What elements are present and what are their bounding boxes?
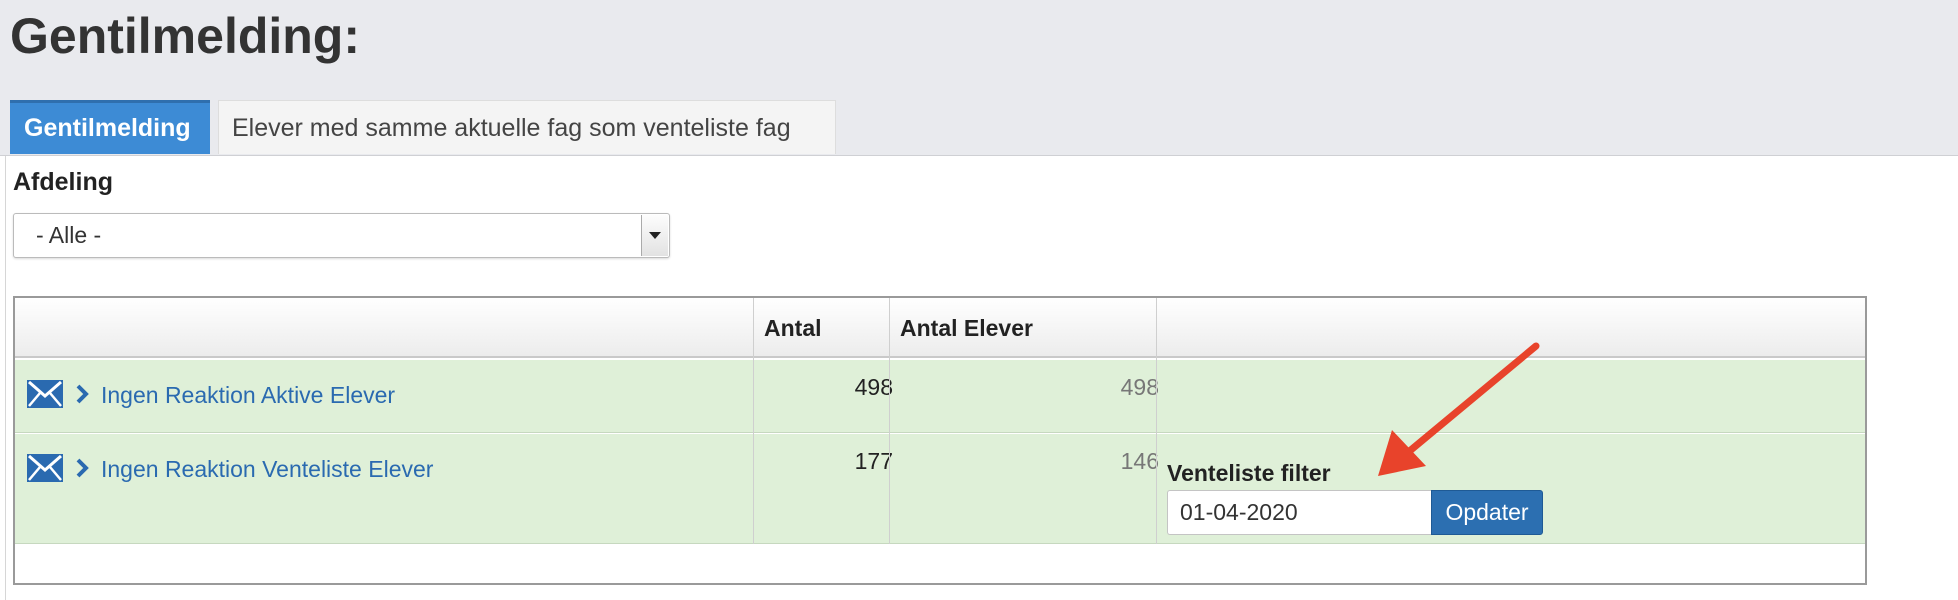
table-row: Ingen Reaktion Aktive Elever 498 498 [15,360,1865,433]
chevron-down-icon[interactable] [641,215,668,256]
header-area: Gentilmelding: Gentilmelding Elever med … [0,0,1958,156]
column-header-antal-elever: Antal Elever [900,315,1033,341]
table-header: Antal Antal Elever [15,298,1865,358]
column-header-antal: Antal [764,315,822,341]
afdeling-select[interactable]: - Alle - [13,213,670,258]
tab-gentilmelding[interactable]: Gentilmelding [10,100,210,154]
chevron-right-icon[interactable] [75,457,89,479]
row-link-venteliste-elever[interactable]: Ingen Reaktion Venteliste Elever [101,456,433,483]
afdeling-select-value: - Alle - [36,222,102,248]
page-title: Gentilmelding: [10,8,360,64]
column-divider [753,298,754,544]
antal-elever-value: 146 [1120,448,1159,474]
table-row: Ingen Reaktion Venteliste Elever 177 146… [15,434,1865,544]
chevron-right-icon[interactable] [75,383,89,405]
afdeling-label: Afdeling [13,168,113,196]
column-divider [1156,298,1157,544]
row-link-aktive-elever[interactable]: Ingen Reaktion Aktive Elever [101,382,395,409]
tab-elever-samme-fag[interactable]: Elever med samme aktuelle fag som ventel… [218,100,836,154]
antal-value: 177 [854,448,893,474]
opdater-button[interactable]: Opdater [1431,490,1543,535]
venteliste-filter-label: Venteliste filter [1167,460,1331,486]
mail-icon[interactable] [27,380,63,408]
gentilmelding-table: Antal Antal Elever Ingen Reaktion Aktive… [13,296,1867,585]
antal-elever-value: 498 [1120,374,1159,400]
annotation-arrow-icon [1378,342,1540,476]
antal-value: 498 [854,374,893,400]
venteliste-date-input[interactable] [1167,490,1431,535]
column-divider [889,298,890,544]
mail-icon[interactable] [27,454,63,482]
